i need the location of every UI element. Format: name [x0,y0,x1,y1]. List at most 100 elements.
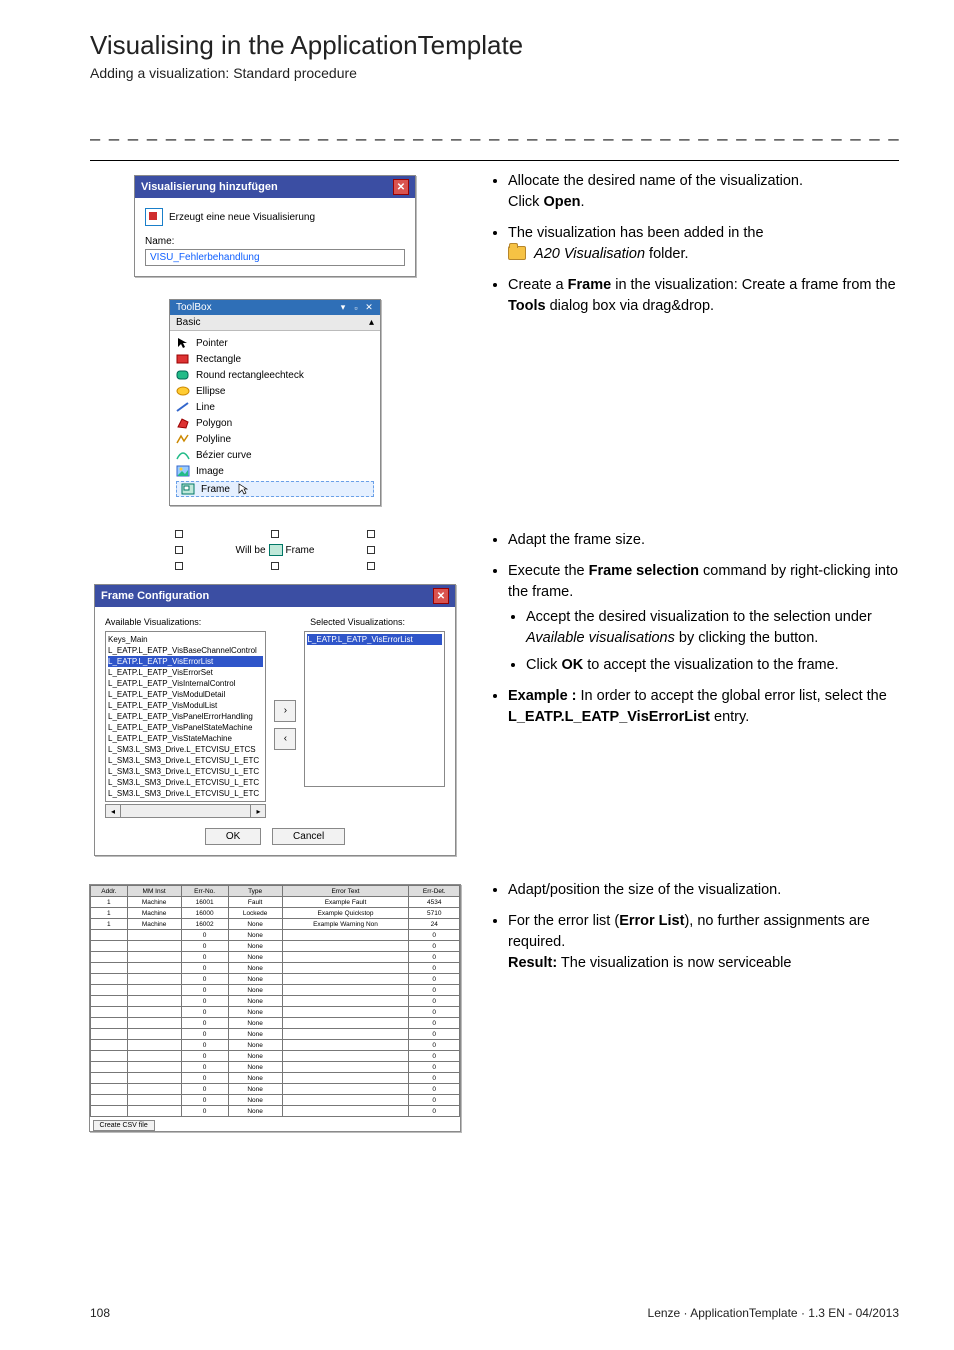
list-item[interactable]: L_EATP.L_EATP_VisModulList [108,700,263,711]
separator-dashes: _ _ _ _ _ _ _ _ _ _ _ _ _ _ _ _ _ _ _ _ … [90,121,899,142]
step-adapt-frame-size: Adapt the frame size. [508,530,899,551]
close-icon[interactable]: ✕ [393,179,409,195]
image-icon [176,465,190,477]
step-no-assignments: For the error list (Error List), no furt… [508,911,899,974]
list-item[interactable]: L_EATP.L_EATP_VisErrorList [307,634,442,645]
tool-pointer[interactable]: Pointer [176,335,374,351]
bezier-icon [176,449,190,461]
scroll-right-icon[interactable]: ▸ [250,804,266,818]
move-left-button[interactable]: ‹ [274,728,296,750]
table-header: Addr. [91,886,128,897]
move-right-button[interactable]: › [274,700,296,722]
table-row: 1Machine16000LockedeExample Quickstop571… [91,908,460,919]
footer-meta: Lenze · ApplicationTemplate · 1.3 EN - 0… [648,1306,899,1320]
list-item[interactable]: L_EATP.L_EATP_VisErrorSet [108,667,263,678]
dialog-description: Erzeugt eine neue Visualisierung [169,212,315,223]
page-number: 108 [90,1306,110,1320]
page-title: Visualising in the ApplicationTemplate [90,30,899,61]
table-row: 0None0 [91,1084,460,1095]
table-header: MM Inst [127,886,181,897]
cancel-button[interactable]: Cancel [272,828,345,845]
table-row: 0None0 [91,985,460,996]
frame-icon [269,544,283,556]
substep-click-ok: Click OK to accept the visualization to … [526,655,899,676]
step-allocate-name: Allocate the desired name of the visuali… [508,171,899,213]
frame-configuration-dialog: Frame Configuration ✕ Available Visualiz… [94,584,456,856]
selected-listbox[interactable]: L_EATP.L_EATP_VisErrorList [304,631,445,787]
dropdown-icon[interactable]: ▾ [338,303,348,313]
frame-icon [181,483,195,495]
list-item[interactable]: L_SM3.L_SM3_Drive.L_ETCVISU_L_ETC [108,788,263,799]
pin-icon[interactable]: ▫ [351,303,361,313]
tool-rectangle[interactable]: Rectangle [176,351,374,367]
list-item[interactable]: L_EATP.L_EATP_VisModulDetail [108,689,263,700]
tool-ellipse[interactable]: Ellipse [176,383,374,399]
list-item[interactable]: L_EATP.L_EATP_VisInternalControl [108,678,263,689]
list-item[interactable]: L_SM3.L_SM3_Drive.L_ETCVISU_ETCS [108,744,263,755]
table-row: 0None0 [91,996,460,1007]
scroll-left-icon[interactable]: ◂ [105,804,121,818]
table-header: Err-No. [181,886,228,897]
polyline-icon [176,433,190,445]
table-row: 0None0 [91,930,460,941]
ellipse-icon [176,385,190,397]
close-icon[interactable]: ✕ [433,588,449,604]
ok-button[interactable]: OK [205,828,261,845]
table-row: 0None0 [91,1106,460,1117]
close-icon[interactable]: ✕ [364,303,374,313]
step-adapt-position: Adapt/position the size of the visualiza… [508,880,899,901]
cursor-icon [238,483,248,495]
add-visualization-dialog: Visualisierung hinzufügen ✕ Erzeugt eine… [134,175,416,277]
error-list-preview: Addr.MM InstErr-No.TypeError TextErr-Det… [89,884,461,1132]
toolbox-title: ToolBox [176,302,212,313]
list-item[interactable]: L_SM3.L_SM3_Drive.L_ETCVISU_L_ETC [108,755,263,766]
list-item[interactable]: Keys_Main [108,634,263,645]
collapse-icon[interactable]: ▴ [369,317,374,328]
step-visu-added: The visualization has been added in the … [508,223,899,265]
list-item[interactable]: L_EATP.L_EATP_VisPanelErrorHandling [108,711,263,722]
round-rectangle-icon [176,369,190,381]
tool-line[interactable]: Line [176,399,374,415]
table-row: 0None0 [91,1051,460,1062]
table-row: 0None0 [91,963,460,974]
tool-image[interactable]: Image [176,463,374,479]
table-row: 0None0 [91,1095,460,1106]
list-item[interactable]: L_EATP.L_EATP_VisStateMachine [108,733,263,744]
tool-round-rectangle[interactable]: Round rectangleechteck [176,367,374,383]
list-item[interactable]: L_EATP.L_EATP_VisBaseChannelControl [108,645,263,656]
table-header: Type [228,886,282,897]
tool-bezier[interactable]: Bézier curve [176,447,374,463]
polygon-icon [176,417,190,429]
table-row: 0None0 [91,952,460,963]
table-row: 0None0 [91,1007,460,1018]
scrollbar-track[interactable] [121,804,250,818]
available-label: Available Visualizations: [105,617,201,627]
table-row: 0None0 [91,1018,460,1029]
table-row: 0None0 [91,1040,460,1051]
page-subtitle: Adding a visualization: Standard procedu… [90,65,899,81]
pointer-icon [176,337,190,349]
tool-polyline[interactable]: Polyline [176,431,374,447]
substep-accept-visu: Accept the desired visualization to the … [526,607,899,649]
step-frame-selection: Execute the Frame selection command by r… [508,561,899,676]
step-example: Example : In order to accept the global … [508,686,899,728]
step-create-frame: Create a Frame in the visualization: Cre… [508,275,899,317]
list-item[interactable]: L_EATP.L_EATP_VisErrorList [108,656,263,667]
available-listbox[interactable]: Keys_MainL_EATP.L_EATP_VisBaseChannelCon… [105,631,266,802]
table-header: Err-Det. [409,886,460,897]
table-row: 0None0 [91,1062,460,1073]
name-input[interactable] [145,249,405,266]
table-row: 0None0 [91,941,460,952]
create-csv-button[interactable]: Create CSV file [93,1120,155,1131]
table-row: 0None0 [91,1073,460,1084]
folder-icon [508,246,526,260]
toolbox-category[interactable]: Basic [176,317,200,328]
table-row: 0None0 [91,974,460,985]
list-item[interactable]: L_SM3.L_SM3_Drive.L_ETCVISU_L_ETC [108,766,263,777]
tool-polygon[interactable]: Polygon [176,415,374,431]
dialog-title: Visualisierung hinzufügen [141,181,278,193]
list-item[interactable]: L_SM3.L_SM3_Drive.L_ETCVISU_L_ETC [108,777,263,788]
name-label: Name: [145,236,405,247]
tool-frame[interactable]: Frame [176,481,374,497]
list-item[interactable]: L_EATP.L_EATP_VisPanelStateMachine [108,722,263,733]
